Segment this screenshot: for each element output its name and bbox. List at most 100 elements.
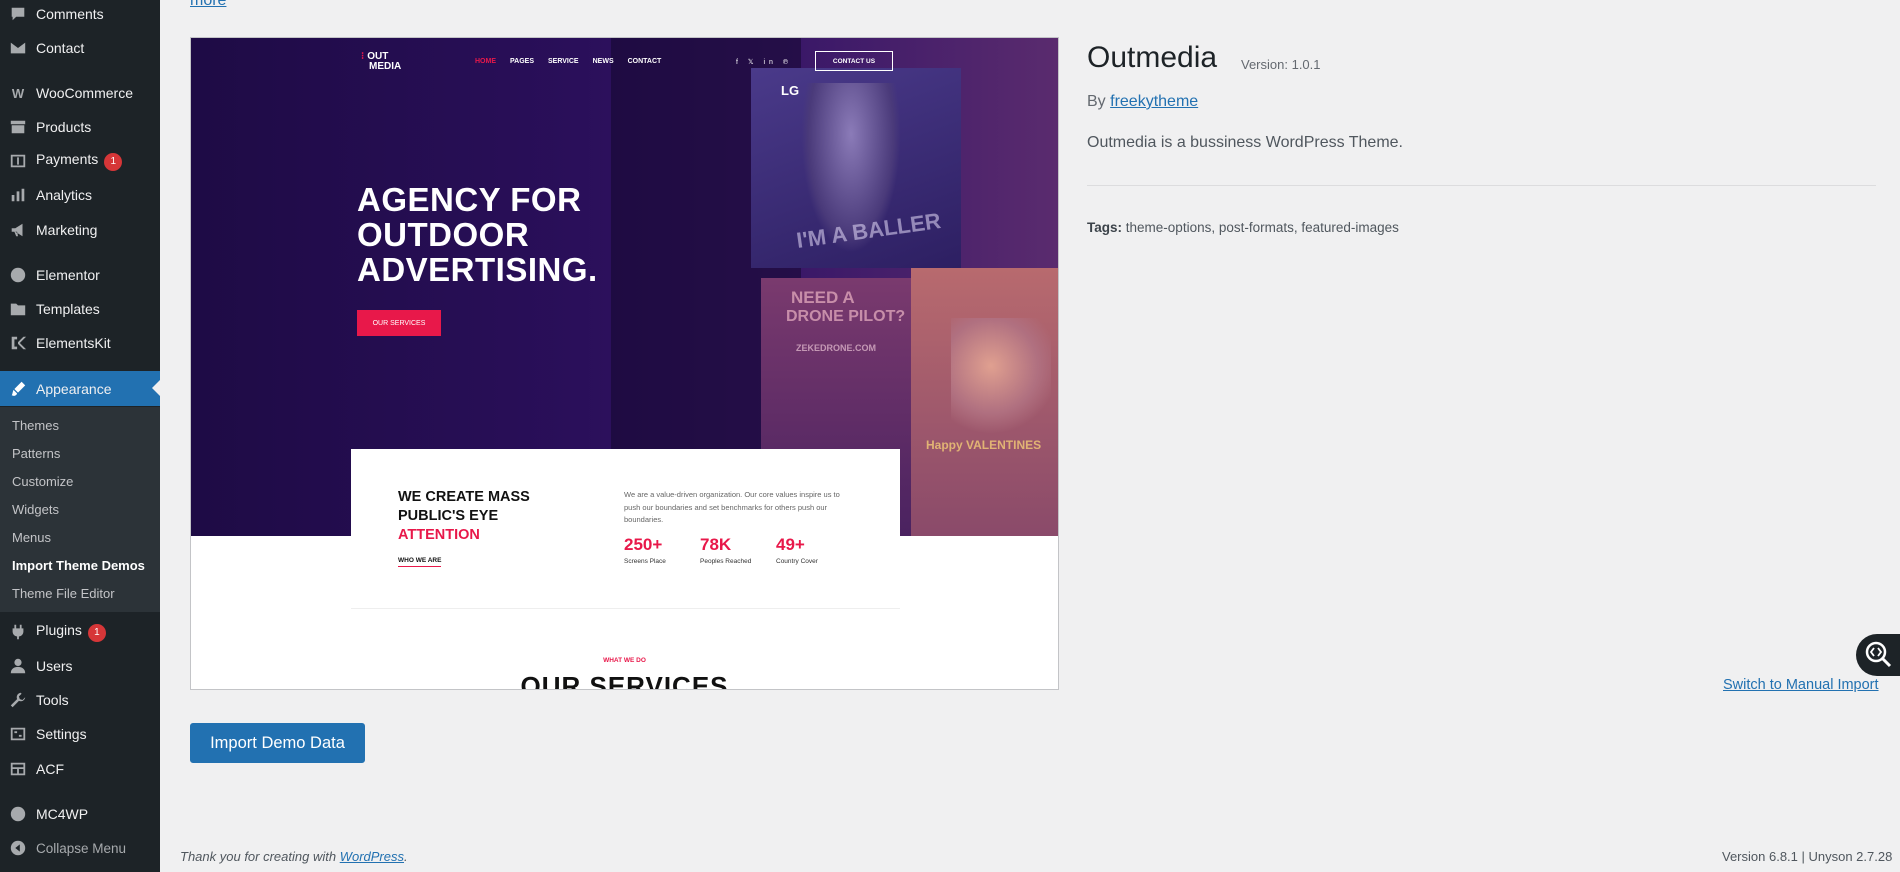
comment-icon bbox=[0, 5, 36, 23]
switch-to-manual-import-link[interactable]: Switch to Manual Import bbox=[1723, 677, 1879, 693]
theme-version: Version: 1.0.1 bbox=[1241, 57, 1321, 72]
sidebar-item-label: Marketing bbox=[36, 222, 98, 238]
sidebar-item-label: Elementor bbox=[36, 267, 100, 283]
sidebar-item-contact[interactable]: Contact bbox=[0, 33, 160, 63]
preview-nav-news: NEWS bbox=[592, 58, 614, 65]
elementskit-icon bbox=[0, 334, 36, 352]
submenu-item-customize[interactable]: Customize bbox=[12, 474, 73, 489]
sidebar-item-marketing[interactable]: Marketing bbox=[0, 215, 160, 245]
sidebar-item-label: Users bbox=[36, 658, 73, 674]
sidebar-item-label: Comments bbox=[36, 6, 104, 22]
sidebar-item-plugins[interactable]: Plugins 1 bbox=[0, 617, 160, 647]
preview-contact-button: CONTACT US bbox=[815, 51, 893, 71]
theme-preview-screenshot: LG I'M A BALLER NEED A DRONE PILOT? ZEKE… bbox=[190, 37, 1059, 690]
sidebar-item-templates[interactable]: Templates bbox=[0, 294, 160, 324]
preview-hero-title: AGENCY FOR OUTDOOR ADVERTISING. bbox=[357, 181, 598, 288]
floating-code-search-button[interactable] bbox=[1856, 634, 1900, 676]
sidebar-item-label: ACF bbox=[36, 761, 64, 777]
brush-icon bbox=[0, 380, 36, 398]
theme-description: Outmedia is a bussiness WordPress Theme. bbox=[1087, 134, 1403, 151]
preview-card-title: WE CREATE MASS PUBLIC'S EYE ATTENTION bbox=[398, 489, 530, 543]
footer-thanks: Thank you for creating with WordPress. bbox=[180, 849, 408, 864]
sidebar-item-label: ElementsKit bbox=[36, 335, 111, 351]
sidebar-item-label: Templates bbox=[36, 301, 100, 317]
bar-chart-icon bbox=[0, 186, 36, 204]
women-photo-shape bbox=[951, 318, 1051, 438]
sidebar-item-tools[interactable]: Tools bbox=[0, 685, 160, 715]
sidebar-item-users[interactable]: Users bbox=[0, 651, 160, 681]
sidebar-item-elementor[interactable]: Elementor bbox=[0, 260, 160, 290]
settings-icon bbox=[0, 725, 36, 743]
folder-icon bbox=[0, 300, 36, 318]
preview-logo: ⁝ OUT MEDIA bbox=[361, 51, 402, 72]
section-divider bbox=[1087, 185, 1876, 186]
active-indicator bbox=[152, 380, 160, 396]
submenu-item-theme-file-editor[interactable]: Theme File Editor bbox=[12, 586, 115, 601]
user-icon bbox=[0, 657, 36, 675]
woocommerce-icon: W bbox=[11, 85, 25, 101]
theme-name: Outmedia bbox=[1087, 41, 1218, 74]
billboard-drone-text-1: NEED A bbox=[791, 288, 855, 307]
sidebar-item-label: Tools bbox=[36, 692, 69, 708]
mail-icon bbox=[0, 39, 36, 57]
sidebar-item-label: Analytics bbox=[36, 187, 93, 203]
megaphone-icon bbox=[0, 221, 36, 239]
preview-card-link: WHO WE ARE bbox=[398, 557, 442, 567]
sidebar-item-payments[interactable]: Payments 1 bbox=[0, 146, 160, 176]
billboard-lg-text: LG bbox=[781, 83, 800, 98]
collapse-icon bbox=[0, 839, 36, 857]
preview-divider bbox=[351, 608, 900, 609]
sidebar-item-label: Settings bbox=[36, 726, 87, 742]
elementor-icon bbox=[0, 266, 36, 284]
collapse-menu-label: Collapse Menu bbox=[36, 840, 127, 856]
submenu-item-patterns[interactable]: Patterns bbox=[12, 446, 60, 461]
sidebar-item-mc4wp[interactable]: MC4WP bbox=[0, 799, 160, 829]
sidebar-item-settings[interactable]: Settings bbox=[0, 719, 160, 749]
preview-nav-home: HOME bbox=[475, 58, 496, 65]
mc4wp-icon bbox=[0, 805, 36, 823]
sidebar-item-products[interactable]: Products bbox=[0, 112, 160, 142]
notification-badge: 1 bbox=[104, 152, 123, 171]
collapse-menu-button[interactable]: Collapse Menu bbox=[0, 833, 160, 863]
preview-hero-button: OUR SERVICES bbox=[357, 310, 441, 336]
admin-sidebar: Comments Contact W WooCommerce Products … bbox=[0, 0, 160, 872]
dollar-icon bbox=[0, 152, 36, 170]
sidebar-item-elementskit[interactable]: ElementsKit bbox=[0, 328, 160, 358]
sidebar-item-label: MC4WP bbox=[36, 806, 89, 822]
billboard-valentine-text: Happy VALENTINES bbox=[926, 438, 1042, 452]
appearance-submenu: Themes Patterns Customize Widgets Menus … bbox=[0, 407, 160, 612]
sidebar-item-woocommerce[interactable]: W WooCommerce bbox=[0, 78, 160, 108]
code-search-icon bbox=[1864, 640, 1892, 671]
preview-stat: 78K Peoples Reached bbox=[700, 535, 752, 565]
preview-social-icons: f 𝕏 in ℗ bbox=[736, 59, 793, 66]
submenu-item-themes[interactable]: Themes bbox=[12, 418, 59, 433]
more-link[interactable]: more bbox=[190, 0, 226, 10]
billboard-drone-text-2: DRONE PILOT? bbox=[786, 308, 906, 325]
acf-icon bbox=[0, 760, 36, 778]
import-demo-data-button[interactable]: Import Demo Data bbox=[190, 723, 365, 763]
preview-about-card: WE CREATE MASS PUBLIC'S EYE ATTENTION WH… bbox=[351, 449, 900, 609]
sidebar-item-appearance[interactable]: Appearance bbox=[0, 371, 160, 406]
footer-wordpress-link[interactable]: WordPress bbox=[340, 849, 404, 864]
sidebar-item-label: Contact bbox=[36, 40, 85, 56]
theme-author-link[interactable]: freekytheme bbox=[1110, 93, 1198, 110]
sidebar-item-label: Payments 1 bbox=[36, 151, 160, 171]
preview-nav-pages: PAGES bbox=[510, 58, 534, 65]
sidebar-item-analytics[interactable]: Analytics bbox=[0, 180, 160, 210]
preview-section-eyebrow: WHAT WE DO bbox=[603, 657, 646, 664]
notification-badge: 1 bbox=[87, 623, 106, 642]
submenu-item-import-theme-demos[interactable]: Import Theme Demos bbox=[12, 558, 145, 573]
plug-icon bbox=[0, 623, 36, 641]
sidebar-item-label: Products bbox=[36, 119, 92, 135]
sidebar-item-label: Appearance bbox=[36, 380, 112, 397]
sidebar-item-acf[interactable]: ACF bbox=[0, 754, 160, 784]
sidebar-item-comments[interactable]: Comments bbox=[0, 0, 160, 29]
theme-tags: Tags: theme-options, post-formats, featu… bbox=[1087, 220, 1399, 235]
wrench-icon bbox=[0, 691, 36, 709]
billboard-drone-text-3: ZEKEDRONE.COM bbox=[796, 343, 877, 353]
submenu-item-menus[interactable]: Menus bbox=[12, 530, 51, 545]
sidebar-item-label: Plugins 1 bbox=[36, 622, 160, 642]
submenu-item-widgets[interactable]: Widgets bbox=[12, 502, 59, 517]
preview-nav-service: SERVICE bbox=[548, 58, 579, 65]
preview-stat: 250+ Screens Place bbox=[624, 535, 666, 565]
